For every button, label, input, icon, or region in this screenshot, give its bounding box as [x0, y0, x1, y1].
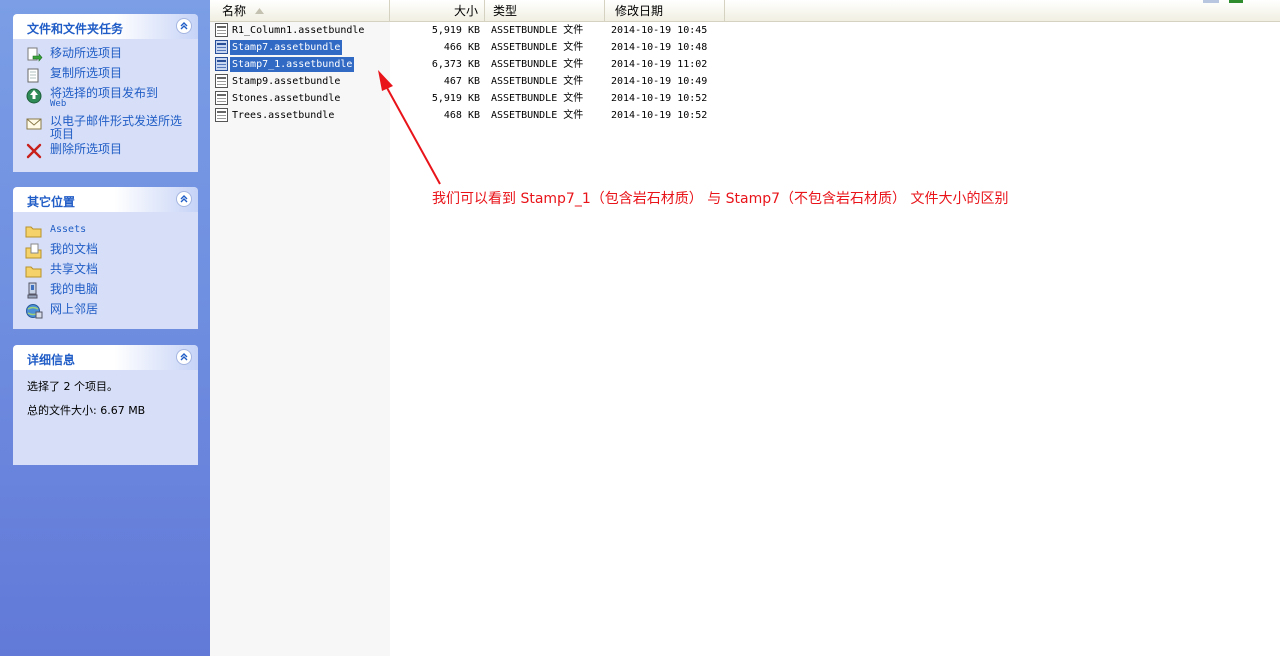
file-row[interactable]: Trees.assetbundle 468 KB ASSETBUNDLE 文件 … — [210, 107, 730, 124]
toolbar-fragment — [1229, 0, 1243, 3]
file-icon — [215, 74, 228, 88]
column-header-name[interactable]: 名称 — [210, 0, 390, 21]
task-label: 移动所选项目 — [50, 46, 123, 60]
selected-count-text: 选择了 2 个项目。 — [27, 380, 118, 393]
file-row[interactable]: Stamp9.assetbundle 467 KB ASSETBUNDLE 文件… — [210, 73, 730, 90]
file-size: 5,919 KB — [431, 25, 480, 36]
place-my-documents[interactable]: 我的文档 — [13, 241, 198, 261]
place-label: 我的电脑 — [50, 282, 99, 296]
my-computer-icon — [27, 282, 38, 299]
file-name: Stamp7.assetbundle — [230, 40, 343, 55]
task-label: 将选择的项目发布到 — [50, 86, 159, 100]
task-email-selected[interactable]: 以电子邮件形式发送所选项目 — [13, 113, 198, 141]
details-panel: 详细信息 选择了 2 个项目。 总的文件大小: 6.67 MB — [13, 345, 198, 465]
file-row[interactable]: R1_Column1.assetbundle 5,919 KB ASSETBUN… — [210, 22, 730, 39]
details-header[interactable]: 详细信息 — [13, 345, 198, 370]
file-tasks-header[interactable]: 文件和文件夹任务 — [13, 14, 198, 39]
sort-ascending-icon — [255, 8, 264, 14]
file-size: 466 KB — [443, 42, 480, 53]
file-name: Stamp7_1.assetbundle — [230, 57, 355, 72]
file-type: ASSETBUNDLE 文件 — [491, 110, 584, 121]
file-tasks-panel: 文件和文件夹任务 移动所选项目 复制所选项目 将选择的项目发布到 Web 以电子… — [13, 14, 198, 172]
column-header-size[interactable]: 大小 — [390, 0, 485, 21]
task-copy-selected[interactable]: 复制所选项目 — [13, 65, 198, 85]
task-delete-selected[interactable]: 删除所选项目 — [13, 141, 198, 161]
task-pane: 文件和文件夹任务 移动所选项目 复制所选项目 将选择的项目发布到 Web 以电子… — [0, 0, 210, 656]
place-label: 网上邻居 — [50, 302, 99, 316]
file-type: ASSETBUNDLE 文件 — [491, 25, 584, 36]
file-icon — [215, 91, 228, 105]
column-header-label: 大小 — [453, 4, 478, 18]
move-icon — [27, 47, 43, 62]
other-places-panel: 其它位置 Assets 我的文档 共享文档 我的电脑 网上邻居 — [13, 187, 198, 329]
file-list: 名称 大小 类型 修改日期 R1_Column1.assetbundle 5,9… — [210, 0, 1280, 656]
folder-icon — [25, 266, 42, 278]
file-name: R1_Column1.assetbundle — [232, 25, 365, 36]
collapse-icon[interactable] — [176, 349, 192, 365]
delete-icon — [26, 143, 42, 159]
details-title: 详细信息 — [27, 353, 76, 367]
file-tasks-title: 文件和文件夹任务 — [27, 22, 124, 36]
publish-web-icon — [26, 88, 42, 104]
task-sublabel: Web — [50, 99, 67, 109]
task-label: 复制所选项目 — [50, 66, 123, 80]
annotation-text: 我们可以看到 Stamp7_1（包含岩石材质） 与 Stamp7（不包含岩石材质… — [432, 191, 1009, 207]
file-icon — [215, 40, 228, 54]
network-icon — [26, 304, 43, 319]
file-date: 2014-10-19 10:49 — [611, 76, 708, 87]
other-places-title: 其它位置 — [27, 195, 76, 209]
total-size-text: 总的文件大小: 6.67 MB — [27, 404, 146, 417]
file-size: 468 KB — [443, 110, 480, 121]
file-size: 5,919 KB — [431, 93, 480, 104]
file-name: Stones.assetbundle — [232, 93, 341, 104]
file-size: 6,373 KB — [431, 59, 480, 70]
file-type: ASSETBUNDLE 文件 — [491, 42, 584, 53]
column-header-label: 名称 — [222, 4, 247, 18]
collapse-icon[interactable] — [176, 191, 192, 207]
file-row-selected[interactable]: Stamp7.assetbundle 466 KB ASSETBUNDLE 文件… — [210, 39, 730, 56]
place-my-computer[interactable]: 我的电脑 — [13, 281, 198, 301]
file-date: 2014-10-19 10:52 — [611, 93, 708, 104]
toolbar-fragment — [1203, 0, 1219, 3]
collapse-icon[interactable] — [176, 18, 192, 34]
column-header-date[interactable]: 修改日期 — [605, 0, 725, 21]
place-assets[interactable]: Assets — [13, 221, 198, 241]
file-name: Trees.assetbundle — [232, 110, 335, 121]
task-label: 删除所选项目 — [50, 142, 123, 156]
place-shared-documents[interactable]: 共享文档 — [13, 261, 198, 281]
column-header-label: 修改日期 — [615, 4, 664, 18]
file-size: 467 KB — [443, 76, 480, 87]
other-places-header[interactable]: 其它位置 — [13, 187, 198, 212]
task-label: 以电子邮件形式发送所选项目 — [50, 114, 183, 141]
file-name: Stamp9.assetbundle — [232, 76, 341, 87]
file-type: ASSETBUNDLE 文件 — [491, 76, 584, 87]
copy-icon — [27, 68, 39, 83]
place-network[interactable]: 网上邻居 — [13, 301, 198, 321]
place-label: Assets — [50, 224, 87, 235]
column-header-bar: 名称 大小 类型 修改日期 — [210, 0, 1280, 22]
file-date: 2014-10-19 11:02 — [611, 59, 708, 70]
file-icon — [215, 108, 228, 122]
place-label: 共享文档 — [50, 262, 99, 276]
file-date: 2014-10-19 10:52 — [611, 110, 708, 121]
task-move-selected[interactable]: 移动所选项目 — [13, 45, 198, 65]
folder-icon — [25, 226, 42, 238]
column-header-type[interactable]: 类型 — [485, 0, 605, 21]
file-type: ASSETBUNDLE 文件 — [491, 59, 584, 70]
file-icon — [215, 57, 228, 71]
file-date: 2014-10-19 10:45 — [611, 25, 708, 36]
column-header-label: 类型 — [493, 4, 518, 18]
file-icon — [215, 23, 228, 37]
email-icon — [26, 118, 42, 130]
file-date: 2014-10-19 10:48 — [611, 42, 708, 53]
file-row[interactable]: Stones.assetbundle 5,919 KB ASSETBUNDLE … — [210, 90, 730, 107]
task-publish-web[interactable]: 将选择的项目发布到 Web — [13, 85, 198, 113]
file-row-selected[interactable]: Stamp7_1.assetbundle 6,373 KB ASSETBUNDL… — [210, 56, 730, 73]
place-label: 我的文档 — [50, 242, 99, 256]
file-type: ASSETBUNDLE 文件 — [491, 93, 584, 104]
my-documents-icon — [25, 243, 42, 259]
